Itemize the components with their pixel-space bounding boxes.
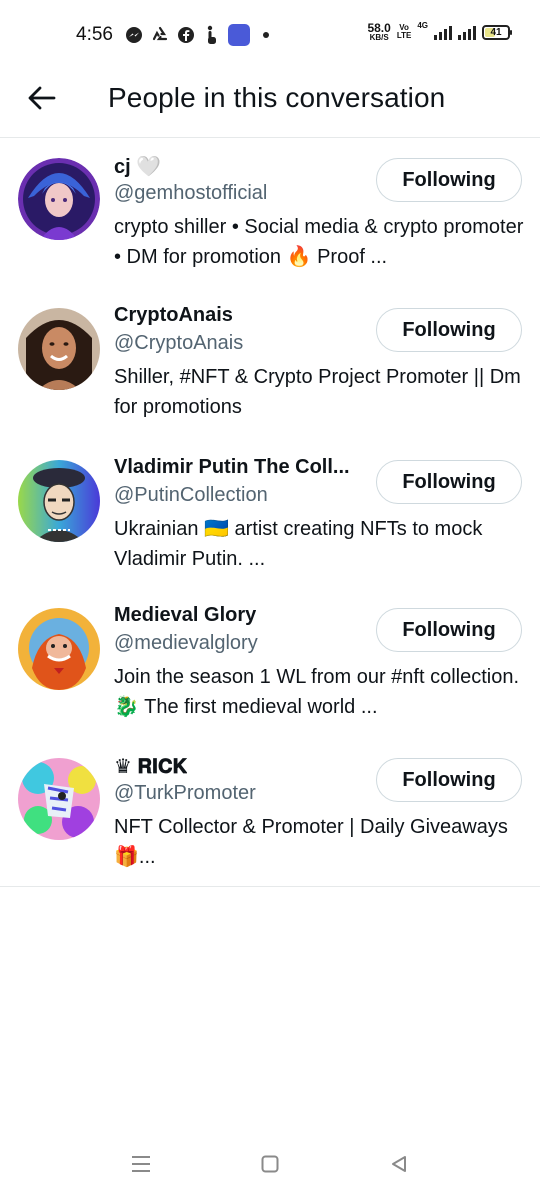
status-time: 4:56 (76, 24, 113, 45)
avatar-putincollection[interactable] (18, 460, 100, 542)
volte-indicator: Vo LTE (397, 24, 412, 40)
following-button[interactable]: Following (376, 460, 522, 504)
tap-hand-icon (202, 25, 221, 45)
network-speed: 58.0 KB/S (367, 22, 390, 42)
arrow-left-icon (28, 86, 56, 110)
following-button[interactable]: Following (376, 308, 522, 352)
battery-icon: 41 (482, 24, 512, 40)
system-back-button[interactable] (379, 1144, 419, 1184)
avatar-cj[interactable] (18, 158, 100, 240)
page-header: People in this conversation (0, 60, 540, 138)
user-bio: Shiller, #NFT & Crypto Project Promoter … (114, 366, 521, 418)
user-name: ♛ 𝐑𝐈𝐂𝐊 (114, 756, 188, 778)
following-button[interactable]: Following (376, 158, 522, 202)
back-button[interactable] (20, 78, 64, 118)
user-handle: @medievalglory (114, 632, 258, 654)
recents-button[interactable] (121, 1144, 161, 1184)
user-row-medievalglory[interactable]: Medieval Glory @medievalglory Join the s… (0, 604, 540, 758)
user-handle: @gemhostofficial (114, 182, 268, 204)
back-triangle-icon (392, 1156, 406, 1172)
user-row-cryptoanais[interactable]: CryptoAnais @CryptoAnais Shiller, #NFT &… (0, 304, 540, 458)
messenger-icon (124, 26, 143, 45)
user-handle: @PutinCollection (114, 484, 268, 506)
volte-bottom: LTE (396, 31, 412, 40)
user-handle: @CryptoAnais (114, 332, 244, 354)
avatar-medievalglory[interactable] (18, 608, 100, 690)
network-speed-unit: KB/S (369, 33, 389, 42)
user-bio: Join the season 1 WL from our #nft colle… (114, 666, 520, 718)
list-divider (0, 886, 540, 887)
user-name: Vladimir Putin The Coll... (114, 456, 350, 478)
home-button[interactable] (250, 1144, 290, 1184)
battery-level-text: 41 (490, 26, 502, 38)
following-button[interactable]: Following (376, 758, 522, 802)
user-handle: @TurkPromoter (114, 782, 256, 804)
avatar-turkpromoter[interactable] (18, 758, 100, 840)
page-title: People in this conversation (108, 82, 446, 113)
more-notifications-dot (263, 32, 269, 38)
signal-icon-1 (434, 24, 452, 40)
menu-icon (132, 1156, 150, 1172)
user-name: cj 🤍 (114, 156, 162, 178)
signal-icon-2 (458, 24, 476, 40)
notification-icons (124, 24, 269, 46)
facebook-icon (176, 26, 195, 45)
user-row-putincollection[interactable]: Vladimir Putin The Coll... @PutinCollect… (0, 456, 540, 610)
app-icon (228, 24, 250, 46)
network-type: 4G (417, 21, 428, 30)
user-name: Medieval Glory (114, 604, 257, 626)
status-right: 58.0 KB/S Vo LTE 4G 41 (367, 21, 512, 42)
user-name: CryptoAnais (114, 304, 233, 326)
user-bio: NFT Collector & Promoter | Daily Giveawa… (114, 816, 508, 868)
avatar-cryptoanais[interactable] (18, 308, 100, 390)
home-square-icon (261, 1155, 279, 1173)
user-bio: Ukrainian 🇺🇦 artist creating NFTs to moc… (114, 518, 483, 570)
user-row-cj[interactable]: cj 🤍 @gemhostofficial crypto shiller • S… (0, 156, 540, 308)
user-bio: crypto shiller • Social media & crypto p… (114, 216, 524, 268)
system-nav-bar (0, 1130, 540, 1200)
following-button[interactable]: Following (376, 608, 522, 652)
recycle-icon (150, 26, 169, 45)
